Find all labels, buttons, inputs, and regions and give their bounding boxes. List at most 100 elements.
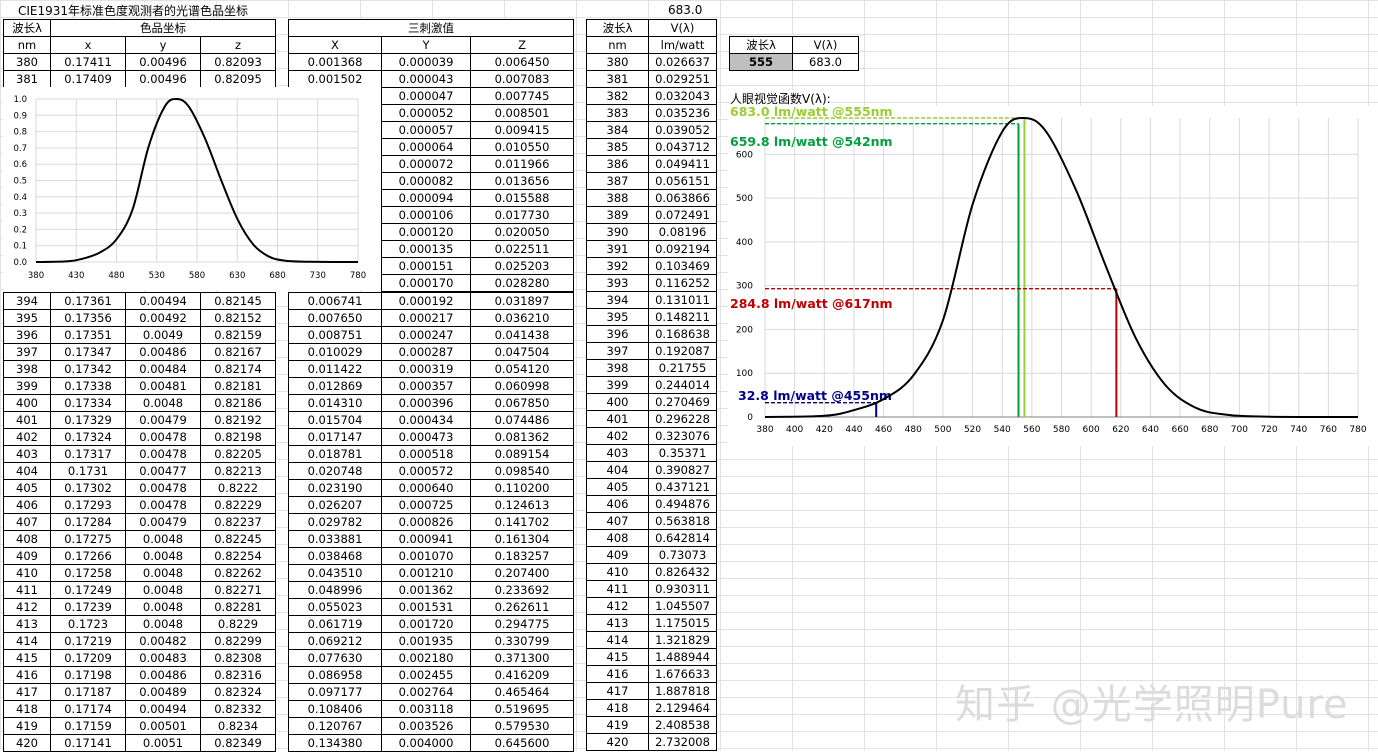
chroma-cell[interactable]: 0.17329 bbox=[50, 411, 126, 429]
chroma-cell[interactable]: 0.82237 bbox=[200, 513, 276, 531]
tristim-cell[interactable]: 0.086958 bbox=[288, 666, 382, 684]
tristim-cell[interactable]: 0.141702 bbox=[470, 513, 574, 531]
chroma-cell[interactable]: 0.00478 bbox=[125, 496, 201, 514]
vlambda-cell[interactable]: 413 bbox=[586, 614, 649, 632]
tristim-cell[interactable]: 0.001362 bbox=[381, 581, 471, 599]
tristim-cell[interactable]: 0.003118 bbox=[381, 700, 471, 718]
chroma-cell[interactable]: 0.17159 bbox=[50, 717, 126, 735]
chroma-cell[interactable]: 394 bbox=[3, 292, 51, 310]
vlambda-cell[interactable]: 0.063866 bbox=[648, 189, 717, 207]
chroma-cell[interactable]: 0.00478 bbox=[125, 445, 201, 463]
vlambda-cell[interactable]: 0.270469 bbox=[648, 393, 717, 411]
tristim-cell[interactable]: 0.008751 bbox=[288, 326, 382, 344]
tristim-cell[interactable]: 0.002455 bbox=[381, 666, 471, 684]
vlambda-cell[interactable]: 0.08196 bbox=[648, 223, 717, 241]
tristim-cell[interactable]: 0.000434 bbox=[381, 411, 471, 429]
vlambda-cell[interactable]: 1.887818 bbox=[648, 682, 717, 700]
vlambda-cell[interactable]: 0.039052 bbox=[648, 121, 717, 139]
tristim-cell[interactable]: 0.054120 bbox=[470, 360, 574, 378]
chroma-cell[interactable]: 0.0048 bbox=[125, 564, 201, 582]
tristim-cell[interactable]: 0.077630 bbox=[288, 649, 382, 667]
chroma-cell[interactable]: 0.17334 bbox=[50, 394, 126, 412]
tristim-cell[interactable]: 0.233692 bbox=[470, 581, 574, 599]
header-wavelength-2[interactable]: 波长λ bbox=[586, 19, 649, 37]
tristim-cell[interactable]: 0.020748 bbox=[288, 462, 382, 480]
tristim-cell[interactable]: 0.023190 bbox=[288, 479, 382, 497]
tristim-cell[interactable]: 0.000151 bbox=[381, 257, 471, 275]
vlambda-cell[interactable]: 0.168638 bbox=[648, 325, 717, 343]
chroma-cell[interactable]: 381 bbox=[3, 70, 51, 88]
vlambda-cell[interactable]: 387 bbox=[586, 172, 649, 190]
chroma-cell[interactable]: 0.82093 bbox=[199, 53, 277, 71]
vlambda-cell[interactable]: 0.73073 bbox=[648, 546, 717, 564]
chroma-cell[interactable]: 0.82145 bbox=[200, 292, 276, 310]
vlambda-cell[interactable]: 396 bbox=[586, 325, 649, 343]
chroma-cell[interactable]: 401 bbox=[3, 411, 51, 429]
chroma-cell[interactable]: 0.82174 bbox=[200, 360, 276, 378]
tristim-cell[interactable]: 0.041438 bbox=[470, 326, 574, 344]
vlambda-cell[interactable]: 0.35371 bbox=[648, 444, 717, 462]
chroma-cell[interactable]: 0.00482 bbox=[125, 632, 201, 650]
vlambda-cell[interactable]: 1.676633 bbox=[648, 665, 717, 683]
tristim-cell[interactable]: 0.000064 bbox=[381, 138, 471, 156]
chroma-cell[interactable]: 420 bbox=[3, 734, 51, 752]
vlambda-cell[interactable]: 402 bbox=[586, 427, 649, 445]
tristim-cell[interactable]: 0.006450 bbox=[469, 53, 575, 71]
chroma-cell[interactable]: 0.82192 bbox=[200, 411, 276, 429]
chroma-cell[interactable]: 0.17293 bbox=[50, 496, 126, 514]
tristim-cell[interactable]: 0.007745 bbox=[470, 87, 574, 105]
tristim-cell[interactable]: 0.000170 bbox=[381, 274, 471, 292]
chroma-cell[interactable]: 0.82181 bbox=[200, 377, 276, 395]
tristim-cell[interactable]: 0.012869 bbox=[288, 377, 382, 395]
header-tristimulus[interactable]: 三刺激值 bbox=[287, 19, 575, 37]
chroma-cell[interactable]: 0.00486 bbox=[125, 666, 201, 684]
chroma-cell[interactable]: 416 bbox=[3, 666, 51, 684]
chroma-cell[interactable]: 398 bbox=[3, 360, 51, 378]
chroma-cell[interactable]: 0.0048 bbox=[125, 581, 201, 599]
tristim-cell[interactable]: 0.000135 bbox=[381, 240, 471, 258]
tristim-cell[interactable]: 0.004000 bbox=[381, 734, 471, 752]
tristim-cell[interactable]: 0.009415 bbox=[470, 121, 574, 139]
chroma-cell[interactable]: 0.17209 bbox=[50, 649, 126, 667]
tristim-cell[interactable]: 0.025203 bbox=[470, 257, 574, 275]
tristim-cell[interactable]: 0.048996 bbox=[288, 581, 382, 599]
tristim-cell[interactable]: 0.001502 bbox=[288, 70, 382, 88]
vlambda-cell[interactable]: 385 bbox=[586, 138, 649, 156]
chroma-cell[interactable]: 0.82332 bbox=[200, 700, 276, 718]
chroma-cell[interactable]: 0.82271 bbox=[200, 581, 276, 599]
chroma-cell[interactable]: 0.8222 bbox=[200, 479, 276, 497]
vlambda-cell[interactable]: 0.131011 bbox=[648, 291, 717, 309]
vlambda-cell[interactable]: 0.049411 bbox=[648, 155, 717, 173]
vlambda-cell[interactable]: 0.035236 bbox=[648, 104, 717, 122]
header-z[interactable]: z bbox=[199, 36, 277, 54]
chroma-cell[interactable]: 0.17351 bbox=[50, 326, 126, 344]
lookup-wavelength-input[interactable]: 555 bbox=[729, 53, 793, 71]
chroma-cell[interactable]: 0.17284 bbox=[50, 513, 126, 531]
tristim-cell[interactable]: 0.011966 bbox=[470, 155, 574, 173]
chroma-cell[interactable]: 0.8229 bbox=[200, 615, 276, 633]
chroma-cell[interactable]: 0.17361 bbox=[50, 292, 126, 310]
chroma-cell[interactable]: 396 bbox=[3, 326, 51, 344]
header-v-lambda[interactable]: V(λ) bbox=[648, 19, 717, 37]
vlambda-cell[interactable]: 0.092194 bbox=[648, 240, 717, 258]
tristim-cell[interactable]: 0.067850 bbox=[470, 394, 574, 412]
tristim-cell[interactable]: 0.416209 bbox=[470, 666, 574, 684]
vlambda-cell[interactable]: 1.175015 bbox=[648, 614, 717, 632]
vlambda-cell[interactable]: 0.026637 bbox=[648, 53, 717, 71]
lookup-header-v[interactable]: V(λ) bbox=[792, 36, 859, 54]
chroma-cell[interactable]: 0.00478 bbox=[125, 479, 201, 497]
chroma-cell[interactable]: 0.00494 bbox=[125, 700, 201, 718]
tristim-cell[interactable]: 0.183257 bbox=[470, 547, 574, 565]
tristim-cell[interactable]: 0.207400 bbox=[470, 564, 574, 582]
chroma-cell[interactable]: 0.82186 bbox=[200, 394, 276, 412]
vlambda-cell[interactable]: 0.390827 bbox=[648, 461, 717, 479]
vlambda-cell[interactable]: 1.045507 bbox=[648, 597, 717, 615]
chroma-cell[interactable]: 404 bbox=[3, 462, 51, 480]
chroma-cell[interactable]: 0.00484 bbox=[125, 360, 201, 378]
tristim-cell[interactable]: 0.028280 bbox=[470, 274, 574, 292]
chroma-cell[interactable]: 0.00496 bbox=[125, 70, 201, 88]
vlambda-cell[interactable]: 0.930311 bbox=[648, 580, 717, 598]
chroma-cell[interactable]: 0.00477 bbox=[125, 462, 201, 480]
tristim-cell[interactable]: 0.061719 bbox=[288, 615, 382, 633]
chroma-cell[interactable]: 0.17275 bbox=[50, 530, 126, 548]
